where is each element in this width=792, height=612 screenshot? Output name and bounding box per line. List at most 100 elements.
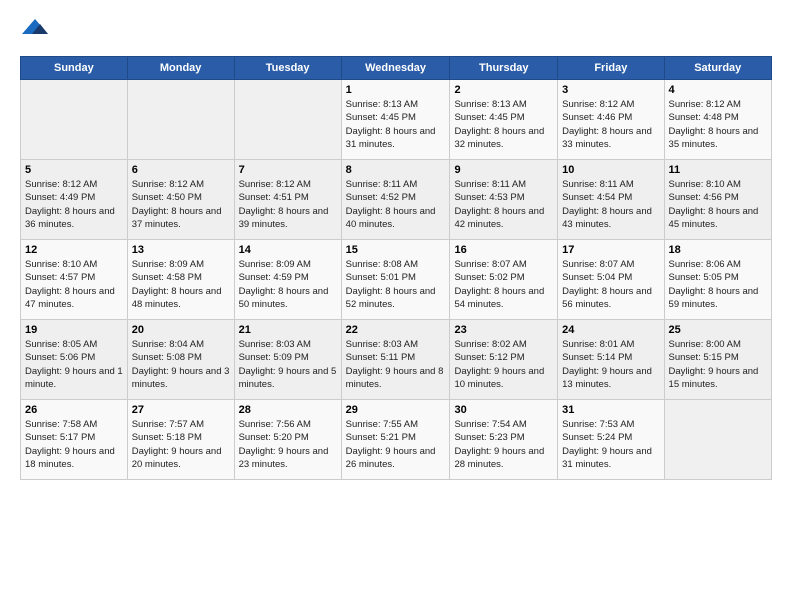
weekday-header-sunday: Sunday	[21, 57, 128, 80]
day-number: 14	[239, 244, 337, 256]
day-cell: 27 Sunrise: 7:57 AMSunset: 5:18 PMDayligh…	[127, 400, 234, 480]
day-info: Sunrise: 8:12 AMSunset: 4:50 PMDaylight:…	[132, 178, 230, 231]
weekday-header-saturday: Saturday	[664, 57, 771, 80]
week-row-2: 5 Sunrise: 8:12 AMSunset: 4:49 PMDaylight…	[21, 160, 772, 240]
day-info: Sunrise: 8:00 AMSunset: 5:15 PMDaylight:…	[669, 338, 767, 391]
day-cell: 30Sunrise: 7:54 AMSunset: 5:23 PMDayligh…	[450, 400, 558, 480]
day-number: 23	[454, 324, 553, 336]
day-info: Sunrise: 7:58 AMSunset: 5:17 PMDaylight:…	[25, 418, 123, 471]
weekday-header-row: SundayMondayTuesdayWednesdayThursdayFrid…	[21, 57, 772, 80]
weekday-header-thursday: Thursday	[450, 57, 558, 80]
day-info: Sunrise: 7:56 AMSunset: 5:20 PMDaylight:…	[239, 418, 337, 471]
day-cell: 18 Sunrise: 8:06 AMSunset: 5:05 PMDayligh…	[664, 240, 771, 320]
day-cell	[21, 80, 128, 160]
day-info: Sunrise: 8:04 AMSunset: 5:08 PMDaylight:…	[132, 338, 230, 391]
day-cell: 11 Sunrise: 8:10 AMSunset: 4:56 PMDayligh…	[664, 160, 771, 240]
day-number: 18	[669, 244, 767, 256]
day-info: Sunrise: 8:09 AMSunset: 4:59 PMDaylight:…	[239, 258, 337, 311]
day-info: Sunrise: 8:02 AMSunset: 5:12 PMDaylight:…	[454, 338, 553, 391]
day-number: 16	[454, 244, 553, 256]
day-cell: 22 Sunrise: 8:03 AMSunset: 5:11 PMDayligh…	[341, 320, 450, 400]
day-info: Sunrise: 8:10 AMSunset: 4:56 PMDaylight:…	[669, 178, 767, 231]
day-cell	[664, 400, 771, 480]
day-info: Sunrise: 8:12 AMSunset: 4:51 PMDaylight:…	[239, 178, 337, 231]
day-cell: 17Sunrise: 8:07 AMSunset: 5:04 PMDayligh…	[558, 240, 664, 320]
day-info: Sunrise: 8:11 AMSunset: 4:53 PMDaylight:…	[454, 178, 553, 231]
day-number: 6	[132, 164, 230, 176]
logo	[20, 16, 54, 46]
day-info: Sunrise: 8:13 AMSunset: 4:45 PMDaylight:…	[346, 98, 446, 151]
day-cell	[234, 80, 341, 160]
day-number: 10	[562, 164, 659, 176]
day-cell: 12 Sunrise: 8:10 AMSunset: 4:57 PMDayligh…	[21, 240, 128, 320]
day-number: 17	[562, 244, 659, 256]
day-cell: 28 Sunrise: 7:56 AMSunset: 5:20 PMDayligh…	[234, 400, 341, 480]
day-cell: 21 Sunrise: 8:03 AMSunset: 5:09 PMDayligh…	[234, 320, 341, 400]
day-info: Sunrise: 8:08 AMSunset: 5:01 PMDaylight:…	[346, 258, 446, 311]
week-row-3: 12 Sunrise: 8:10 AMSunset: 4:57 PMDayligh…	[21, 240, 772, 320]
day-info: Sunrise: 8:03 AMSunset: 5:09 PMDaylight:…	[239, 338, 337, 391]
day-number: 28	[239, 404, 337, 416]
day-number: 19	[25, 324, 123, 336]
day-cell	[127, 80, 234, 160]
weekday-header-monday: Monday	[127, 57, 234, 80]
day-number: 1	[346, 84, 446, 96]
day-number: 22	[346, 324, 446, 336]
day-cell: 25 Sunrise: 8:00 AMSunset: 5:15 PMDayligh…	[664, 320, 771, 400]
day-number: 25	[669, 324, 767, 336]
day-info: Sunrise: 8:11 AMSunset: 4:52 PMDaylight:…	[346, 178, 446, 231]
day-cell: 6 Sunrise: 8:12 AMSunset: 4:50 PMDaylight…	[127, 160, 234, 240]
day-cell: 3Sunrise: 8:12 AMSunset: 4:46 PMDaylight…	[558, 80, 664, 160]
day-number: 15	[346, 244, 446, 256]
day-info: Sunrise: 8:06 AMSunset: 5:05 PMDaylight:…	[669, 258, 767, 311]
day-number: 5	[25, 164, 123, 176]
day-cell: 24 Sunrise: 8:01 AMSunset: 5:14 PMDayligh…	[558, 320, 664, 400]
weekday-header-friday: Friday	[558, 57, 664, 80]
day-number: 20	[132, 324, 230, 336]
day-info: Sunrise: 8:01 AMSunset: 5:14 PMDaylight:…	[562, 338, 659, 391]
day-cell: 29Sunrise: 7:55 AMSunset: 5:21 PMDayligh…	[341, 400, 450, 480]
weekday-header-wednesday: Wednesday	[341, 57, 450, 80]
day-cell: 15 Sunrise: 8:08 AMSunset: 5:01 PMDayligh…	[341, 240, 450, 320]
day-info: Sunrise: 8:07 AMSunset: 5:02 PMDaylight:…	[454, 258, 553, 311]
day-number: 26	[25, 404, 123, 416]
day-cell: 10Sunrise: 8:11 AMSunset: 4:54 PMDayligh…	[558, 160, 664, 240]
week-row-1: 1 Sunrise: 8:13 AMSunset: 4:45 PMDaylight…	[21, 80, 772, 160]
day-cell: 19 Sunrise: 8:05 AMSunset: 5:06 PMDayligh…	[21, 320, 128, 400]
day-info: Sunrise: 8:05 AMSunset: 5:06 PMDaylight:…	[25, 338, 123, 391]
week-row-4: 19 Sunrise: 8:05 AMSunset: 5:06 PMDayligh…	[21, 320, 772, 400]
day-cell: 16 Sunrise: 8:07 AMSunset: 5:02 PMDayligh…	[450, 240, 558, 320]
day-number: 4	[669, 84, 767, 96]
day-number: 27	[132, 404, 230, 416]
day-cell: 20 Sunrise: 8:04 AMSunset: 5:08 PMDayligh…	[127, 320, 234, 400]
day-info: Sunrise: 8:13 AMSunset: 4:45 PMDaylight:…	[454, 98, 553, 151]
week-row-5: 26 Sunrise: 7:58 AMSunset: 5:17 PMDayligh…	[21, 400, 772, 480]
day-cell: 13 Sunrise: 8:09 AMSunset: 4:58 PMDayligh…	[127, 240, 234, 320]
day-info: Sunrise: 7:57 AMSunset: 5:18 PMDaylight:…	[132, 418, 230, 471]
day-info: Sunrise: 8:09 AMSunset: 4:58 PMDaylight:…	[132, 258, 230, 311]
day-info: Sunrise: 8:12 AMSunset: 4:49 PMDaylight:…	[25, 178, 123, 231]
day-number: 13	[132, 244, 230, 256]
day-info: Sunrise: 8:12 AMSunset: 4:48 PMDaylight:…	[669, 98, 767, 151]
day-number: 21	[239, 324, 337, 336]
day-number: 29	[346, 404, 446, 416]
weekday-header-tuesday: Tuesday	[234, 57, 341, 80]
day-number: 8	[346, 164, 446, 176]
day-info: Sunrise: 8:03 AMSunset: 5:11 PMDaylight:…	[346, 338, 446, 391]
day-number: 30	[454, 404, 553, 416]
day-cell: 7Sunrise: 8:12 AMSunset: 4:51 PMDaylight…	[234, 160, 341, 240]
header	[20, 16, 772, 46]
day-number: 12	[25, 244, 123, 256]
day-number: 2	[454, 84, 553, 96]
day-number: 24	[562, 324, 659, 336]
day-info: Sunrise: 8:12 AMSunset: 4:46 PMDaylight:…	[562, 98, 659, 151]
day-cell: 26 Sunrise: 7:58 AMSunset: 5:17 PMDayligh…	[21, 400, 128, 480]
day-cell: 14 Sunrise: 8:09 AMSunset: 4:59 PMDayligh…	[234, 240, 341, 320]
calendar-table: SundayMondayTuesdayWednesdayThursdayFrid…	[20, 56, 772, 480]
day-info: Sunrise: 7:53 AMSunset: 5:24 PMDaylight:…	[562, 418, 659, 471]
day-number: 11	[669, 164, 767, 176]
day-info: Sunrise: 8:10 AMSunset: 4:57 PMDaylight:…	[25, 258, 123, 311]
day-cell: 4 Sunrise: 8:12 AMSunset: 4:48 PMDaylight…	[664, 80, 771, 160]
day-number: 9	[454, 164, 553, 176]
day-number: 31	[562, 404, 659, 416]
